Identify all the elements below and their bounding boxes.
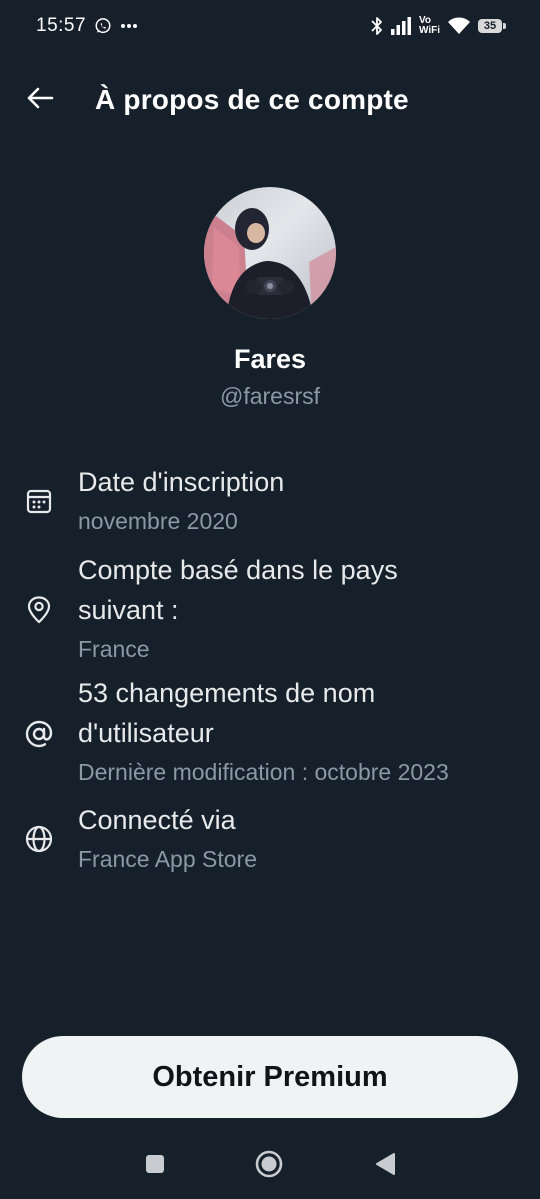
info-text: 53 changements de nom d'utilisateur Dern… — [78, 673, 530, 791]
vowifi-bottom: WiFi — [418, 25, 440, 36]
info-title-line1: 53 changements de nom — [78, 678, 376, 708]
info-text: Date d'inscription novembre 2020 — [78, 462, 530, 540]
info-text: Connecté via France App Store — [78, 800, 530, 878]
signal-icon — [390, 17, 411, 35]
info-text: Compte basé dans le pays suivant : Franc… — [78, 550, 530, 668]
info-title: Date d'inscription — [78, 467, 285, 497]
page-title: À propos de ce compte — [95, 84, 409, 115]
back-button[interactable] — [20, 80, 60, 120]
battery-icon: 35 — [478, 19, 506, 33]
at-sign-icon — [24, 719, 54, 749]
whatsapp-icon — [94, 17, 112, 35]
battery-level: 35 — [478, 19, 502, 33]
wifi-icon — [448, 17, 470, 35]
username-handle: @faresrsf — [219, 383, 321, 409]
status-bar: 15:57 Vo WiFi 35 — [0, 0, 540, 52]
profile-section: Fares @faresrsf — [0, 187, 540, 410]
globe-icon — [24, 824, 54, 854]
status-time: 15:57 — [36, 15, 87, 36]
info-title: Connecté via — [78, 805, 236, 835]
bluetooth-icon — [371, 16, 383, 36]
home-circle-icon[interactable] — [254, 1149, 284, 1179]
info-subtitle: France — [78, 636, 150, 662]
status-right: Vo WiFi 35 — [371, 16, 506, 36]
more-dots-icon — [120, 23, 138, 29]
info-title-line2: suivant : — [78, 595, 179, 625]
arrow-left-icon — [26, 86, 54, 115]
status-left: 15:57 — [36, 15, 138, 37]
info-title-line2: d'utilisateur — [78, 718, 214, 748]
vowifi-indicator: Vo WiFi — [419, 16, 440, 36]
info-subtitle: novembre 2020 — [78, 508, 238, 534]
avatar[interactable] — [204, 187, 336, 319]
location-pin-icon — [24, 595, 54, 625]
header: À propos de ce compte — [0, 72, 540, 128]
info-subtitle: France App Store — [78, 846, 257, 872]
info-subtitle: Dernière modification : octobre 2023 — [78, 759, 449, 785]
system-nav-bar — [0, 1129, 540, 1199]
calendar-icon — [24, 486, 54, 516]
back-triangle-icon[interactable] — [370, 1149, 400, 1179]
recents-square-icon[interactable] — [140, 1149, 170, 1179]
info-title-line1: Compte basé dans le pays — [78, 555, 398, 585]
get-premium-button[interactable]: Obtenir Premium — [22, 1036, 518, 1118]
display-name: Fares — [233, 344, 307, 374]
